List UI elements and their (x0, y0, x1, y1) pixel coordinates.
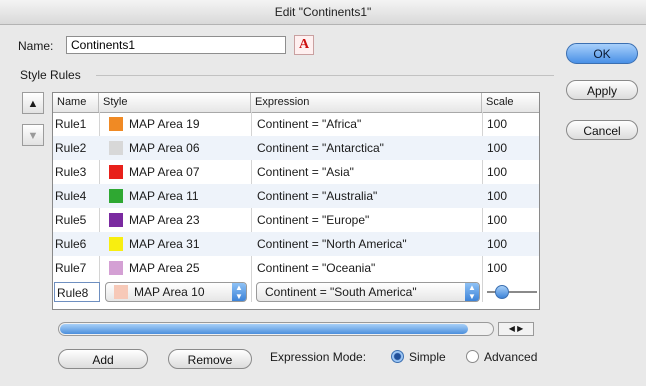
header-scale[interactable]: Scale (482, 93, 539, 112)
simple-radio-label[interactable]: Simple (409, 350, 446, 364)
style-popup[interactable]: MAP Area 10 ▲ ▼ (105, 282, 247, 302)
rule-style: MAP Area 11 (129, 189, 199, 203)
add-button[interactable]: Add (58, 349, 148, 369)
style-swatch (109, 165, 123, 179)
arrow-down-icon: ▼ (27, 130, 39, 142)
advanced-radio-label[interactable]: Advanced (484, 350, 537, 364)
rule-expression: Continent = "Africa" (257, 117, 362, 131)
rule-style: MAP Area 19 (129, 117, 200, 131)
apply-button[interactable]: Apply (566, 80, 638, 100)
rule-expression: Continent = "Antarctica" (257, 141, 384, 155)
rule-expression: Continent = "Europe" (257, 213, 370, 227)
arrow-up-icon: ▲ (27, 98, 39, 110)
rule-scale: 100 (487, 117, 508, 131)
table-row-editing[interactable]: Rule8 MAP Area 10 ▲ ▼ Continent = "South … (53, 280, 539, 304)
rule-scale: 100 (487, 261, 508, 275)
rule-name: Rule3 (55, 165, 87, 179)
scroll-right-icon[interactable]: ▶ (517, 324, 523, 333)
scroll-arrows[interactable]: ◀ ▶ (498, 322, 534, 336)
header-expression[interactable]: Expression (251, 93, 482, 112)
rule-scale: 100 (487, 189, 508, 203)
expression-popup-value: Continent = "South America" (265, 285, 417, 299)
rule-scale: 100 (487, 213, 508, 227)
cancel-button[interactable]: Cancel (566, 120, 638, 140)
style-rules-table: Name Style Expression Scale Rule1 MAP Are… (52, 92, 540, 310)
rule-style: MAP Area 07 (129, 165, 200, 179)
style-swatch (109, 237, 123, 251)
rule-scale: 100 (487, 237, 508, 251)
name-label: Name: (18, 39, 54, 53)
rule-name: Rule4 (55, 189, 87, 203)
expression-popup[interactable]: Continent = "South America" ▲ ▼ (256, 282, 480, 302)
style-swatch (109, 189, 123, 203)
simple-radio[interactable] (391, 350, 404, 363)
table-row[interactable]: Rule7 MAP Area 25 Continent = "Oceania" 100 (53, 256, 539, 280)
table-row[interactable]: Rule6 MAP Area 31 Continent = "North Ameri… (53, 232, 539, 256)
table-row[interactable]: Rule2 MAP Area 06 Continent = "Antarctica"… (53, 136, 539, 160)
remove-button[interactable]: Remove (168, 349, 252, 369)
rule-name-input[interactable]: Rule8 (54, 282, 100, 302)
scrollbar-thumb[interactable] (60, 324, 468, 334)
popup-arrows-icon: ▲ ▼ (232, 283, 246, 301)
rule-name: Rule7 (55, 261, 87, 275)
style-swatch (114, 285, 128, 299)
advanced-radio[interactable] (466, 350, 479, 363)
rule-expression: Continent = "Oceania" (257, 261, 376, 275)
move-up-button[interactable]: ▲ (22, 92, 44, 114)
rule-expression: Continent = "Asia" (257, 165, 354, 179)
rule-name: Rule2 (55, 141, 87, 155)
style-popup-value: MAP Area 10 (134, 285, 205, 299)
section-divider (96, 75, 554, 76)
table-row[interactable]: Rule5 MAP Area 23 Continent = "Europe" 100 (53, 208, 539, 232)
rule-name: Rule5 (55, 213, 87, 227)
rule-expression: Continent = "North America" (257, 237, 407, 251)
scroll-left-icon[interactable]: ◀ (509, 324, 515, 333)
name-input[interactable] (66, 36, 286, 54)
horizontal-scrollbar[interactable] (58, 322, 494, 336)
header-name[interactable]: Name (53, 93, 99, 112)
style-swatch (109, 261, 123, 275)
expression-mode-label: Expression Mode: (270, 350, 367, 364)
table-header: Name Style Expression Scale (53, 93, 539, 113)
move-down-button[interactable]: ▼ (22, 124, 44, 146)
ok-button[interactable]: OK (566, 43, 638, 64)
rule-style: MAP Area 23 (129, 213, 200, 227)
rule-style: MAP Area 06 (129, 141, 200, 155)
popup-arrows-icon: ▲ ▼ (465, 283, 479, 301)
style-swatch (109, 117, 123, 131)
rule-style: MAP Area 31 (129, 237, 200, 251)
rule-scale: 100 (487, 165, 508, 179)
table-row[interactable]: Rule1 MAP Area 19 Continent = "Africa" 100 (53, 112, 539, 136)
rule-name: Rule6 (55, 237, 87, 251)
style-rules-label: Style Rules (20, 68, 81, 82)
scale-slider[interactable] (487, 285, 537, 299)
rule-expression: Continent = "Australia" (257, 189, 378, 203)
window-title: Edit "Continents1" (0, 0, 646, 25)
rule-name: Rule1 (55, 117, 87, 131)
style-swatch (109, 141, 123, 155)
rule-style: MAP Area 25 (129, 261, 200, 275)
table-row[interactable]: Rule4 MAP Area 11 Continent = "Australia" 1… (53, 184, 539, 208)
slider-thumb[interactable] (495, 285, 509, 299)
rule-scale: 100 (487, 141, 508, 155)
table-row[interactable]: Rule3 MAP Area 07 Continent = "Asia" 100 (53, 160, 539, 184)
style-swatch (109, 213, 123, 227)
header-style[interactable]: Style (99, 93, 251, 112)
font-icon[interactable]: A (294, 35, 314, 55)
